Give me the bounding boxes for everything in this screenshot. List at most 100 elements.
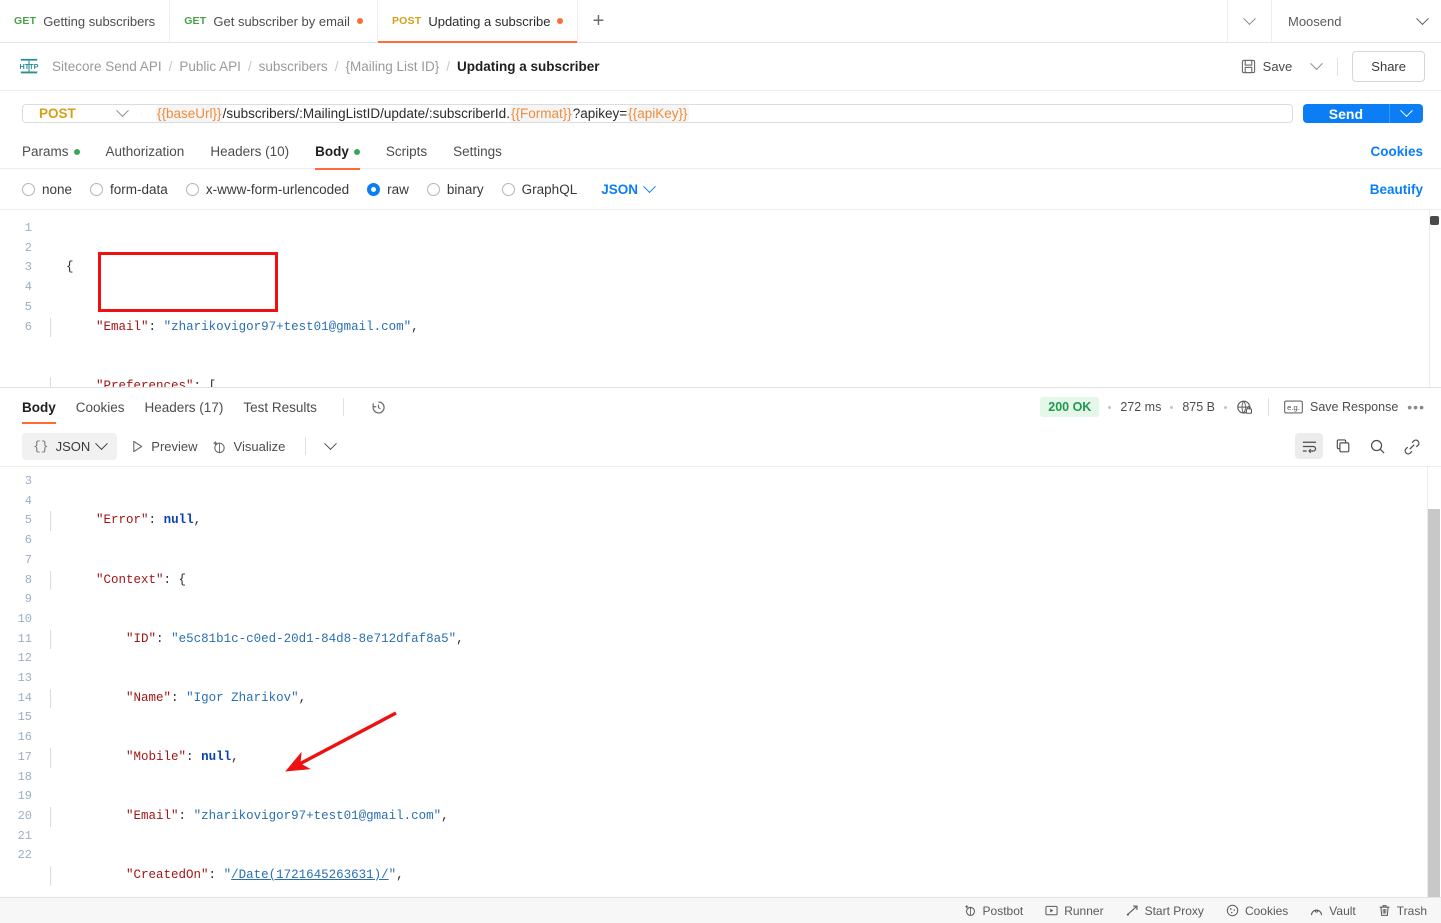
- tab-params[interactable]: Params: [22, 135, 80, 169]
- tab-authorization[interactable]: Authorization: [106, 135, 185, 169]
- request-section-tabs: Params Authorization Headers (10) Body S…: [0, 135, 1441, 170]
- breadcrumb-separator: /: [446, 59, 451, 74]
- request-tab-getting-subscribers[interactable]: GET Getting subscribers: [0, 0, 171, 42]
- link-icon[interactable]: [1397, 433, 1425, 459]
- line-number: 6: [24, 533, 32, 548]
- body-format-selector[interactable]: JSON: [601, 179, 656, 197]
- save-button[interactable]: Save: [1231, 53, 1303, 80]
- status-label: Vault: [1329, 903, 1356, 918]
- tab-settings[interactable]: Settings: [453, 135, 502, 169]
- body-type-binary[interactable]: binary: [426, 181, 484, 197]
- breadcrumb-item-3[interactable]: {Mailing List ID}: [345, 59, 439, 74]
- body-type-form-data[interactable]: form-data: [90, 182, 168, 197]
- line-number: 16: [17, 730, 32, 745]
- send-button[interactable]: Send: [1302, 104, 1389, 123]
- response-tab-cookies[interactable]: Cookies: [76, 388, 125, 426]
- search-icon[interactable]: [1363, 433, 1391, 459]
- code-line: "Email": "zharikovigor97+test01@gmail.co…: [50, 317, 1441, 338]
- radio-icon-selected: [367, 182, 381, 196]
- breadcrumb-item-1[interactable]: Public API: [179, 59, 241, 74]
- globe-lock-icon[interactable]: [1236, 399, 1253, 416]
- chevron-down-icon: [1416, 11, 1429, 25]
- word-wrap-icon[interactable]: [1295, 433, 1323, 459]
- request-tab-get-subscriber-by-email[interactable]: GET Get subscriber by email: [170, 0, 378, 42]
- editor-scrollbar-thumb[interactable]: [1430, 216, 1439, 225]
- line-number: 4: [24, 280, 32, 295]
- line-number: 2: [24, 240, 32, 255]
- status-label: Cookies: [1244, 903, 1289, 918]
- vault-icon: [1311, 909, 1323, 916]
- breadcrumb-separator: /: [247, 59, 252, 74]
- chevron-down-icon: [643, 179, 656, 193]
- tab-label: Scripts: [385, 144, 428, 159]
- radio-label: GraphQL: [521, 181, 578, 197]
- new-tab-button[interactable]: +: [578, 0, 618, 42]
- http-method-selector[interactable]: POST: [23, 104, 141, 122]
- request-tab-updating-a-subscribe[interactable]: POST Updating a subscribe: [377, 0, 579, 43]
- preview-button[interactable]: Preview: [131, 439, 198, 454]
- send-options-chevron-down-icon[interactable]: [1389, 104, 1423, 123]
- copy-icon[interactable]: [1329, 433, 1357, 459]
- share-button[interactable]: Share: [1352, 51, 1425, 82]
- save-response-button[interactable]: e.g. Save Response: [1284, 400, 1398, 414]
- history-icon[interactable]: [370, 399, 387, 416]
- status-postbot-button[interactable]: Postbot: [964, 904, 1023, 918]
- status-runner-button[interactable]: Runner: [1045, 904, 1104, 918]
- tab-label: Authorization: [105, 144, 185, 159]
- breadcrumb-item-2[interactable]: subscribers: [259, 59, 328, 74]
- breadcrumb-separator: /: [168, 59, 173, 74]
- environment-selector[interactable]: Moosend: [1271, 0, 1441, 42]
- http-icon: HTTP: [20, 58, 39, 73]
- beautify-button[interactable]: Beautify: [1370, 182, 1423, 197]
- response-body-viewer[interactable]: 3 4 5 6 7 8 9 10 11 12 13 14 15 16 17 18…: [0, 466, 1441, 897]
- cookies-link[interactable]: Cookies: [1370, 144, 1423, 159]
- body-type-none[interactable]: none: [22, 182, 72, 197]
- url-input-container: POST {{baseUrl}} /subscribers/:MailingLi…: [22, 104, 1293, 123]
- response-tab-headers[interactable]: Headers (17): [145, 388, 224, 426]
- svg-text:HTTP: HTTP: [20, 61, 39, 70]
- tab-body[interactable]: Body: [315, 135, 360, 170]
- tab-label: Params: [22, 144, 69, 159]
- body-type-raw[interactable]: raw: [367, 182, 409, 197]
- request-body-code[interactable]: { "Email": "zharikovigor97+test01@gmail.…: [40, 210, 1441, 387]
- editor-scrollbar-track[interactable]: [1429, 210, 1430, 387]
- response-line-numbers: 3 4 5 6 7 8 9 10 11 12 13 14 15 16 17 18…: [0, 467, 40, 897]
- status-vault-button[interactable]: Vault: [1310, 903, 1356, 918]
- radio-label: binary: [446, 181, 484, 197]
- url-segment-variable: {{Format}}: [509, 105, 573, 122]
- response-format-selector[interactable]: {} JSON: [22, 432, 118, 460]
- status-start-proxy-button[interactable]: Start Proxy: [1126, 904, 1204, 918]
- view-options-chevron-down-icon[interactable]: [324, 436, 338, 451]
- response-format-bar: {} JSON Preview Visualize: [0, 426, 1441, 466]
- save-options-chevron-down-icon[interactable]: [1302, 51, 1331, 82]
- cookies-icon: [1226, 904, 1239, 917]
- tab-title: Getting subscribers: [43, 13, 156, 29]
- body-type-graphql[interactable]: GraphQL: [501, 181, 578, 197]
- status-trash-button[interactable]: Trash: [1378, 904, 1427, 918]
- breadcrumb-bar: HTTP Sitecore Send API / Public API / su…: [0, 43, 1441, 91]
- unsaved-dot: [356, 18, 363, 24]
- chevron-down-icon[interactable]: [1227, 0, 1271, 42]
- runner-icon: [1045, 905, 1058, 916]
- more-options-button[interactable]: •••: [1407, 399, 1425, 415]
- status-cookies-button[interactable]: Cookies: [1226, 904, 1288, 918]
- tab-scripts[interactable]: Scripts: [386, 135, 427, 169]
- response-time: 272 ms: [1120, 400, 1162, 414]
- line-number: 22: [17, 848, 32, 863]
- breadcrumb-item-0[interactable]: Sitecore Send API: [52, 59, 162, 74]
- response-tab-test-results[interactable]: Test Results: [243, 388, 317, 426]
- response-scrollbar-track[interactable]: [1427, 467, 1441, 897]
- example-icon: e.g.: [1284, 400, 1303, 414]
- tab-headers[interactable]: Headers (10): [210, 135, 289, 169]
- visualize-button[interactable]: Visualize: [212, 439, 285, 454]
- response-tab-body[interactable]: Body: [22, 388, 56, 426]
- request-body-editor[interactable]: 1 2 3 4 5 6 { "Email": "zharikovigor97+t…: [0, 209, 1441, 387]
- url-input[interactable]: {{baseUrl}} /subscribers/:MailingListID/…: [142, 105, 1292, 122]
- response-scrollbar-thumb[interactable]: [1428, 509, 1440, 897]
- radio-label: none: [42, 181, 73, 197]
- play-icon: [133, 440, 143, 452]
- body-type-x-www-form-urlencoded[interactable]: x-www-form-urlencoded: [185, 182, 349, 197]
- line-number: 1: [24, 221, 32, 235]
- line-number: 19: [17, 789, 32, 804]
- line-number: 12: [17, 651, 32, 666]
